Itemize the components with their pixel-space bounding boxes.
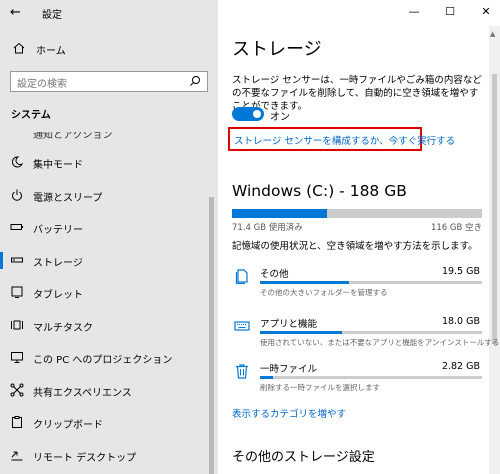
category-usage-fill [260,281,349,284]
toggle-state-label: オン [270,112,290,123]
search-icon[interactable] [189,75,201,87]
sidebar-item-remote-desktop[interactable]: リモート デスクトップ [0,439,218,472]
category-hint: 使用されていない、または不要なアプリと機能をアンインストールする [260,338,500,347]
maximize-icon[interactable]: ☐ [440,4,460,20]
category-hint: 削除する一時ファイルを選択します [260,383,380,392]
sidebar-item-power-sleep[interactable]: 電源とスリープ [0,179,218,212]
drive-usage-fill [232,209,327,218]
category-other[interactable]: その他 19.5 GB その他の大きいフォルダーを管理する [232,264,484,304]
sidebar-item-label: 共有エクスペリエンス [33,387,132,399]
scroll-up-icon[interactable]: ▲ [490,30,495,38]
sidebar-item-focus-assist[interactable]: 集中モード [0,146,218,179]
sidebar-nav: 通知とアクション 集中モード 電源とスリープ バッテリー ストレージ タブレット… [0,126,218,471]
category-temporary-files[interactable]: 一時ファイル 2.82 GB 削除する一時ファイルを選択します [232,359,484,399]
home-nav-item[interactable]: ホーム [0,38,218,60]
tablet-icon [11,286,23,298]
sidebar-item-label: マルチタスク [33,322,93,334]
minimize-icon[interactable]: — [404,4,424,20]
storage-icon [11,257,23,262]
other-storage-settings-title: その他のストレージ設定 [232,450,375,465]
category-name: アプリと機能 [260,319,318,330]
projection-icon [11,352,23,363]
category-usage-bar [260,376,482,379]
storage-sense-toggle[interactable] [232,107,264,121]
sidebar-item-projection[interactable]: この PC へのプロジェクション [0,341,218,374]
main-content: — ☐ ✕ ▲ ストレージ ストレージ センサーは、一時ファイルやごみ箱の内容な… [218,0,500,474]
sidebar: ← 設定 ホーム システム 通知とアクション 集中モード [0,0,218,474]
sidebar-item-label: 電源とスリープ [33,192,103,204]
configure-storage-sense-link[interactable]: ストレージ センサーを構成するか、今すぐ実行する [228,127,455,151]
shared-icon [10,383,24,396]
home-label: ホーム [36,46,66,57]
window-controls: — ☐ ✕ [390,0,500,26]
sidebar-item-label: タブレット [33,290,83,301]
category-size: 19.5 GB [441,266,480,277]
sidebar-item-clipboard[interactable]: クリップボード [0,406,218,439]
section-label: システム [11,110,51,121]
category-usage-bar [260,331,482,334]
back-arrow-icon[interactable]: ← [10,4,30,22]
category-apps-features[interactable]: アプリと機能 18.0 GB 使用されていない、または不要なアプリと機能をアンイ… [232,314,499,354]
titlebar-left: ← 設定 [0,0,218,26]
category-name: 一時ファイル [260,364,318,375]
show-more-categories-link[interactable]: 表示するカテゴリを増やす [232,406,346,420]
document-icon [235,269,248,284]
selection-indicator [0,251,3,269]
category-size: 18.0 GB [441,316,480,327]
home-icon [13,42,25,54]
sidebar-item-storage[interactable]: ストレージ [0,244,218,277]
category-usage-bar [260,281,482,284]
search-input[interactable] [11,75,171,94]
moon-icon [11,156,24,168]
usage-description: 記憶域の使用状況と、空き領域を増やす方法を示します。 [232,241,478,252]
sidebar-item-notifications[interactable]: 通知とアクション [0,126,218,146]
sidebar-item-tablet[interactable]: タブレット [0,276,218,309]
sidebar-item-label: リモート デスクトップ [33,452,137,464]
sidebar-item-multitasking[interactable]: マルチタスク [0,309,218,342]
keyboard-icon [234,321,250,331]
main-scrollbar[interactable]: ▲ [489,26,500,474]
category-name: その他 [260,269,289,280]
category-size: 2.82 GB [441,361,480,372]
search-box[interactable] [10,71,208,94]
sidebar-item-label: この PC へのプロジェクション [33,355,173,366]
sidebar-item-shared-experiences[interactable]: 共有エクスペリエンス [0,374,218,407]
clipboard-icon [12,416,22,428]
close-icon[interactable]: ✕ [476,4,496,20]
sidebar-item-label: クリップボード [33,420,103,431]
battery-icon [10,224,23,230]
sidebar-item-label: 通知とアクション [33,130,113,141]
drive-title: Windows (C:) - 188 GB [232,182,407,200]
sidebar-item-label: バッテリー [33,225,83,236]
drive-free-label: 116 GB 空き [430,223,482,233]
multitask-icon [11,320,23,329]
toggle-knob [253,110,261,118]
power-icon [12,189,22,201]
page-title: ストレージ [232,39,322,60]
sidebar-item-label: ストレージ [33,257,83,269]
scrollbar-thumb[interactable] [492,74,497,344]
drive-usage-bar [232,209,482,218]
trash-icon [236,364,248,379]
sidebar-item-label: 集中モード [33,160,83,171]
category-usage-fill [260,331,343,334]
sidebar-item-battery[interactable]: バッテリー [0,211,218,244]
sidebar-scrollbar[interactable] [209,197,214,474]
category-hint: その他の大きいフォルダーを管理する [260,288,388,297]
remote-icon [11,451,23,460]
category-usage-fill [260,376,274,379]
drive-used-label: 71.4 GB 使用済み [232,223,303,233]
app-title: 設定 [42,10,62,21]
